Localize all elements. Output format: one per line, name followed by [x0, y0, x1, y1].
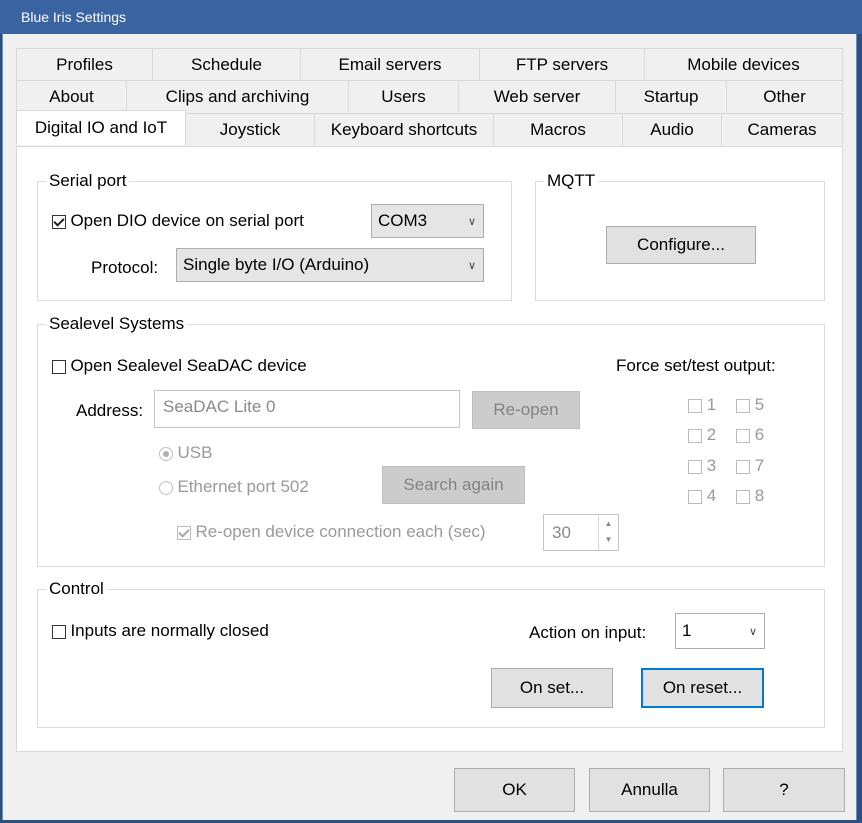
tab-profiles[interactable]: Profiles: [16, 48, 153, 80]
open-seadac-label: Open Sealevel SeaDAC device: [70, 356, 307, 375]
normally-closed-checkbox-row[interactable]: Inputs are normally closed: [52, 621, 269, 641]
tab-macros[interactable]: Macros: [493, 113, 623, 145]
address-label: Address:: [76, 401, 144, 420]
tab-users[interactable]: Users: [348, 80, 459, 112]
tab-panel: Serial port Open DIO device on serial po…: [16, 146, 843, 752]
protocol-value: Single byte I/O (Arduino): [183, 255, 370, 274]
force-output-label: Force set/test output:: [616, 356, 776, 375]
output-3-checkbox[interactable]: [688, 459, 702, 474]
ethernet-label: Ethernet port 502: [177, 477, 309, 496]
ok-button[interactable]: OK: [454, 768, 575, 812]
tab-startup[interactable]: Startup: [615, 80, 727, 112]
serial-port-value: COM3: [378, 211, 428, 230]
tab-row-1: Profiles Schedule Email servers FTP serv…: [16, 48, 843, 80]
chevron-down-icon: ∨: [467, 259, 477, 272]
output-1-checkbox[interactable]: [688, 398, 702, 413]
output-8-checkbox[interactable]: [736, 489, 750, 504]
reopen-each-checkbox-row[interactable]: Re-open device connection each (sec): [177, 522, 486, 542]
output-4[interactable]: 4: [688, 486, 716, 506]
cancel-button[interactable]: Annulla: [589, 768, 710, 812]
protocol-select[interactable]: Single byte I/O (Arduino) ∨: [176, 248, 484, 282]
reopen-each-value: 30: [552, 523, 571, 542]
normally-closed-label: Inputs are normally closed: [70, 621, 269, 640]
tab-ftp-servers[interactable]: FTP servers: [479, 48, 645, 80]
tab-mobile-devices[interactable]: Mobile devices: [644, 48, 843, 80]
tab-digital-io-and-iot[interactable]: Digital IO and IoT: [16, 110, 186, 145]
address-field[interactable]: SeaDAC Lite 0: [154, 390, 460, 428]
action-on-input-select[interactable]: 1 ∨: [675, 613, 765, 649]
output-7[interactable]: 7: [736, 456, 764, 476]
help-button[interactable]: ?: [723, 768, 845, 812]
tab-joystick[interactable]: Joystick: [185, 113, 315, 145]
output-1[interactable]: 1: [688, 395, 716, 415]
output-7-checkbox[interactable]: [736, 459, 750, 474]
output-4-checkbox[interactable]: [688, 489, 702, 504]
output-3[interactable]: 3: [688, 456, 716, 476]
usb-radio[interactable]: [159, 446, 173, 461]
serial-port-group: Serial port Open DIO device on serial po…: [37, 171, 512, 301]
tab-keyboard-shortcuts[interactable]: Keyboard shortcuts: [314, 113, 494, 145]
tab-about[interactable]: About: [16, 80, 127, 112]
usb-radio-row[interactable]: USB: [159, 443, 212, 463]
open-seadac-checkbox-row[interactable]: Open Sealevel SeaDAC device: [52, 356, 307, 376]
output-8[interactable]: 8: [736, 486, 764, 506]
search-again-button[interactable]: Search again: [382, 466, 525, 504]
window-title: Blue Iris Settings: [21, 9, 127, 25]
tab-clips-and-archiving[interactable]: Clips and archiving: [126, 80, 349, 112]
control-title: Control: [46, 579, 107, 599]
mqtt-configure-button[interactable]: Configure...: [606, 226, 756, 264]
sealevel-title: Sealevel Systems: [46, 314, 188, 334]
tab-other[interactable]: Other: [726, 80, 843, 112]
on-set-button[interactable]: On set...: [491, 668, 613, 708]
usb-label: USB: [177, 443, 213, 462]
action-on-input-value: 1: [682, 621, 692, 640]
control-group: Control Inputs are normally closed Actio…: [37, 579, 825, 728]
tab-web-server[interactable]: Web server: [458, 80, 616, 112]
output-2[interactable]: 2: [688, 425, 716, 445]
serial-port-select[interactable]: COM3 ∨: [371, 204, 484, 238]
mqtt-title: MQTT: [544, 171, 599, 191]
tab-email-servers[interactable]: Email servers: [300, 48, 480, 80]
output-5[interactable]: 5: [736, 395, 764, 415]
tab-row-3: Digital IO and IoT Joystick Keyboard sho…: [16, 110, 843, 145]
spin-down-icon[interactable]: ▼: [599, 531, 618, 547]
spinner-buttons: ▲ ▼: [598, 515, 618, 550]
address-value: SeaDAC Lite 0: [163, 397, 276, 416]
reopen-each-spinner[interactable]: 30 ▲ ▼: [543, 514, 619, 551]
protocol-label: Protocol:: [91, 258, 159, 277]
open-dio-checkbox-row[interactable]: Open DIO device on serial port: [52, 211, 304, 231]
on-reset-button[interactable]: On reset...: [641, 668, 764, 708]
reopen-each-checkbox[interactable]: [177, 525, 191, 540]
output-6[interactable]: 6: [736, 425, 764, 445]
output-6-checkbox[interactable]: [736, 428, 750, 443]
spin-up-icon[interactable]: ▲: [599, 515, 618, 531]
chevron-down-icon: ∨: [467, 215, 477, 228]
ethernet-radio-row[interactable]: Ethernet port 502: [159, 477, 309, 497]
reopen-each-label: Re-open device connection each (sec): [195, 522, 486, 541]
title-bar: Blue Iris Settings: [0, 0, 862, 34]
open-seadac-checkbox[interactable]: [52, 359, 66, 374]
tab-row-2: About Clips and archiving Users Web serv…: [16, 80, 843, 112]
reopen-button[interactable]: Re-open: [472, 391, 580, 429]
sealevel-group: Sealevel Systems Open Sealevel SeaDAC de…: [37, 314, 825, 567]
output-5-checkbox[interactable]: [736, 398, 750, 413]
output-2-checkbox[interactable]: [688, 428, 702, 443]
open-dio-label: Open DIO device on serial port: [70, 211, 304, 230]
serial-port-title: Serial port: [46, 171, 130, 191]
mqtt-group: MQTT Configure...: [535, 171, 825, 301]
tab-schedule[interactable]: Schedule: [152, 48, 301, 80]
tab-audio[interactable]: Audio: [622, 113, 722, 145]
normally-closed-checkbox[interactable]: [52, 624, 66, 639]
ethernet-radio[interactable]: [159, 480, 173, 495]
tab-cameras[interactable]: Cameras: [721, 113, 843, 145]
open-dio-checkbox[interactable]: [52, 214, 66, 229]
chevron-down-icon: ∨: [748, 625, 758, 638]
action-on-input-label: Action on input:: [529, 623, 647, 642]
